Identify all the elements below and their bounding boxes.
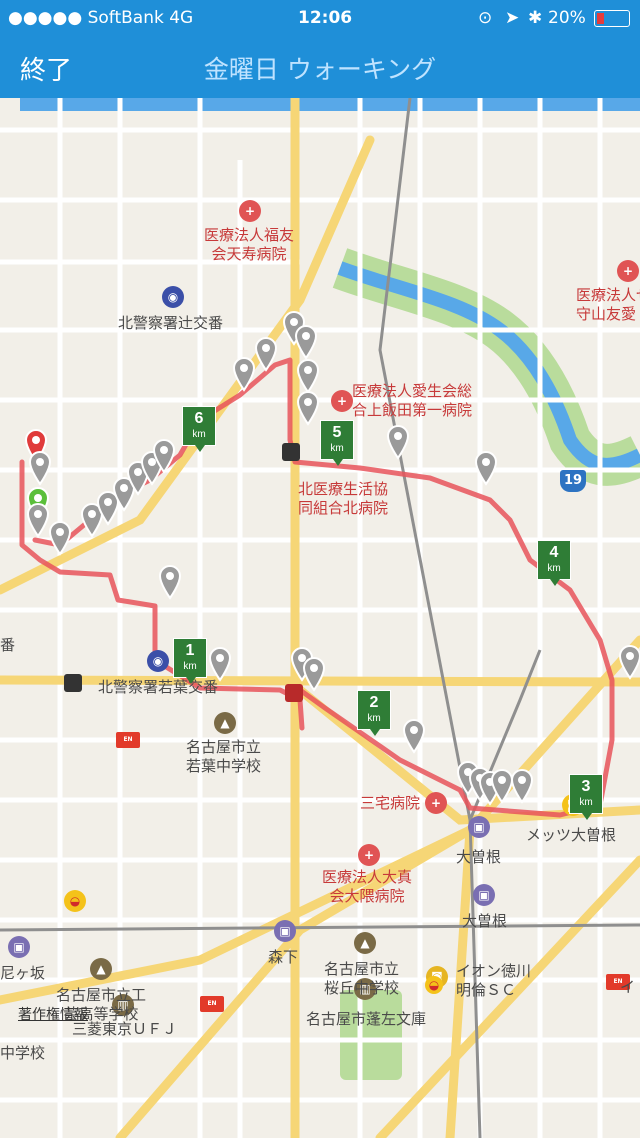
clock: 12:06 <box>298 8 353 28</box>
nav-bar: 終了 金曜日 ウォーキング <box>0 36 640 98</box>
train-station-icon[interactable]: ▣ <box>468 816 490 838</box>
carrier-label: ●●●●● SoftBank 4G <box>8 8 194 28</box>
waypoint-pin-icon[interactable] <box>26 502 50 538</box>
shell-icon[interactable]: ◒ <box>64 890 86 912</box>
waypoint-pin-icon[interactable] <box>296 390 320 426</box>
label-police-wakaba: 北警察署若葉交番 <box>98 678 219 696</box>
label-kita-clinic: 北医療生活協 同組合北病院 <box>298 480 389 517</box>
label-ban: 番 <box>0 636 16 654</box>
map-view[interactable]: + + ◉ + ◉ ▲ + + ▲ ▲ ▣ ▣ ▣ ▣ ◙ ▥ ▥ EN EN … <box>0 98 640 1138</box>
km-marker-6[interactable]: 6 km <box>182 406 216 452</box>
waypoint-pin-icon[interactable] <box>158 564 182 600</box>
waypoint-pin-icon[interactable] <box>474 450 498 486</box>
rotation-lock-icon: ⊙ <box>478 8 493 28</box>
battery-percent: 20% <box>548 8 586 28</box>
km-marker-2[interactable]: 2 km <box>357 690 391 736</box>
waypoint-pin-icon[interactable] <box>208 646 232 682</box>
label-metz: メッツ大曽根 <box>526 826 617 844</box>
page-title: 金曜日 ウォーキング <box>203 55 437 84</box>
school-icon[interactable]: ▲ <box>90 958 112 980</box>
label-kanji-i: イ <box>620 978 636 996</box>
intersection-icon <box>285 684 303 702</box>
km-marker-4[interactable]: 4 km <box>537 540 571 586</box>
hospital-icon[interactable]: + <box>358 844 380 866</box>
waypoint-pin-icon[interactable] <box>402 718 426 754</box>
km-marker-5[interactable]: 5 km <box>320 420 354 466</box>
label-hosp-moriyama: 医療法人せ 守山友愛 <box>576 286 640 323</box>
km-marker-1[interactable]: 1 km <box>173 638 207 684</box>
label-aeon: イオン徳川 明倫ＳＣ <box>456 962 532 999</box>
copyright-link[interactable]: 著作権情報 <box>18 1006 88 1025</box>
label-amagasaka: 尼ヶ坂 <box>0 964 46 982</box>
waypoint-pin-icon[interactable] <box>296 358 320 394</box>
waypoint-pin-icon[interactable] <box>28 450 52 486</box>
shell-icon[interactable]: ◒ <box>425 976 443 994</box>
waypoint-pin-icon[interactable] <box>152 438 176 474</box>
school-icon[interactable]: ▲ <box>214 712 236 734</box>
waypoint-pin-icon[interactable] <box>386 424 410 460</box>
school-icon[interactable]: ▲ <box>354 932 376 954</box>
waypoint-pin-icon[interactable] <box>510 768 534 804</box>
waypoint-pin-icon[interactable] <box>294 324 318 360</box>
train-station-icon[interactable]: ▣ <box>274 920 296 942</box>
gas-station-icon[interactable]: EN <box>116 732 140 748</box>
label-morishita: 森下 <box>268 948 299 966</box>
waypoint-pin-icon[interactable] <box>302 656 326 692</box>
label-police-tsuji: 北警察署辻交番 <box>118 314 224 332</box>
waypoint-pin-icon[interactable] <box>232 356 256 392</box>
intersection-icon <box>64 674 82 692</box>
waypoint-pin-icon[interactable] <box>618 644 640 680</box>
waypoint-pin-icon[interactable] <box>254 336 278 372</box>
bluetooth-icon: ✱ <box>528 8 543 28</box>
police-icon[interactable]: ◉ <box>162 286 184 308</box>
hospital-icon[interactable]: + <box>239 200 261 222</box>
label-ozone-2: 大曽根 <box>462 912 508 930</box>
location-icon: ➤ <box>505 8 520 28</box>
label-junior-high: 中学校 <box>0 1044 46 1062</box>
battery-icon <box>594 10 630 27</box>
label-sanyaku-hospital: 三宅病院 <box>360 794 421 812</box>
label-hosp-fukuyu: 医療法人福友 会天寿病院 <box>204 226 295 263</box>
map-base <box>0 98 640 1138</box>
label-hosp-okuma: 医療法人大真 会大隈病院 <box>322 868 413 905</box>
train-station-icon[interactable]: ▣ <box>473 884 495 906</box>
status-bar: ●●●●● SoftBank 4G 12:06 ⊙ ➤ ✱ 20% <box>0 0 640 36</box>
gas-station-icon[interactable]: EN <box>200 996 224 1012</box>
hospital-icon[interactable]: + <box>617 260 639 282</box>
label-school-sakuraoka: 名古屋市立 桜丘中学校 <box>324 960 400 997</box>
waypoint-pin-icon[interactable] <box>48 520 72 556</box>
police-icon[interactable]: ◉ <box>147 650 169 672</box>
label-hosp-aisei: 医療法人愛生会総 合上飯田第一病院 <box>352 382 473 419</box>
train-station-icon[interactable]: ▣ <box>8 936 30 958</box>
hospital-icon[interactable]: + <box>425 792 447 814</box>
km-marker-3[interactable]: 3 km <box>569 774 603 820</box>
label-hosa-bunko: 名古屋市蓬左文庫 <box>306 1010 427 1028</box>
route-19-shield: 19 <box>560 470 586 492</box>
label-school-wakaba: 名古屋市立 若葉中学校 <box>186 738 262 775</box>
intersection-icon <box>282 443 300 461</box>
hospital-icon[interactable]: + <box>331 390 353 412</box>
label-ozone: 大曽根 <box>456 848 502 866</box>
